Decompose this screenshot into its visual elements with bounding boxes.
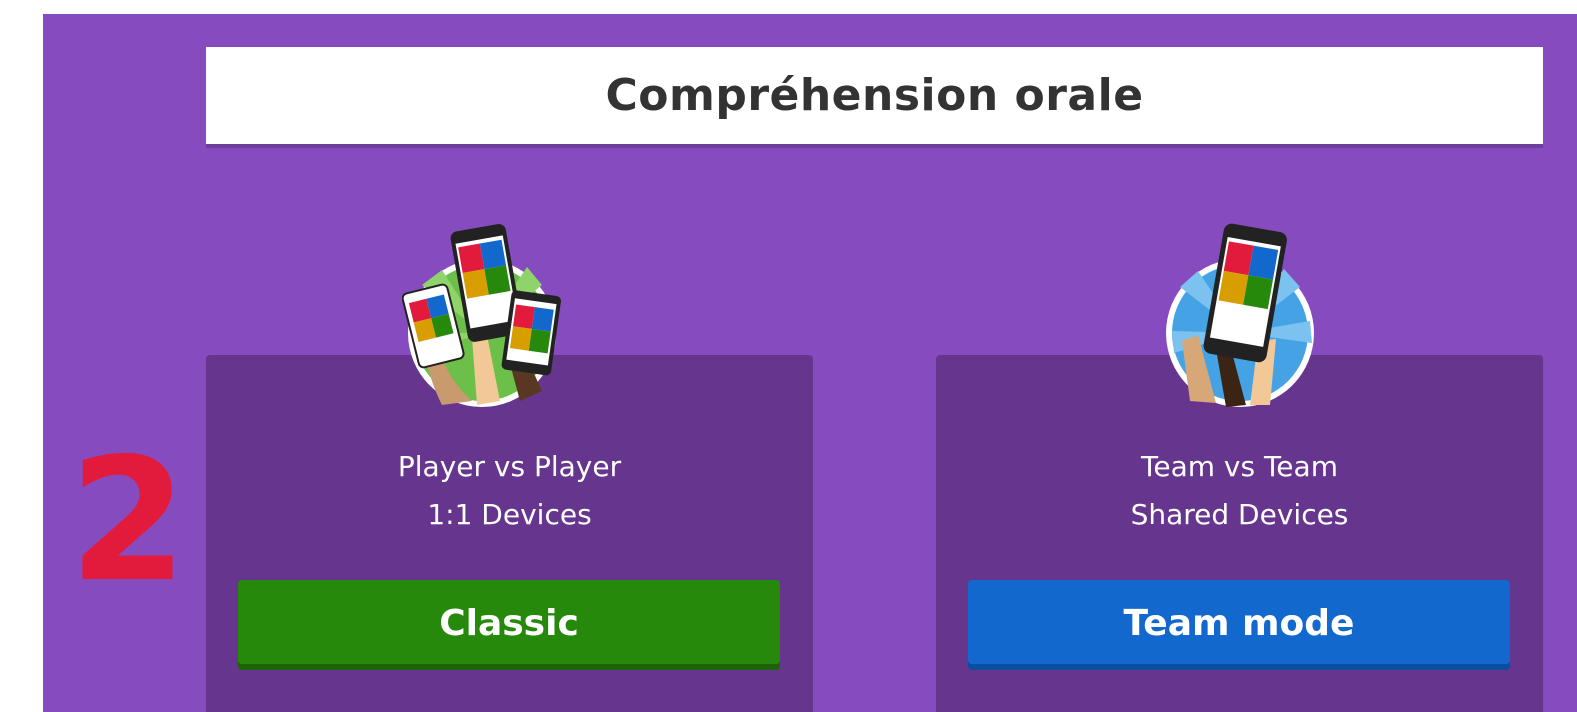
kahoot-title-bar: Compréhension orale bbox=[206, 47, 1543, 144]
classic-mode-card[interactable]: Player vs Player 1:1 Devices Classic bbox=[206, 224, 813, 712]
page-title: Compréhension orale bbox=[605, 70, 1144, 121]
team-mode-card[interactable]: Team vs Team Shared Devices Team mode bbox=[936, 223, 1543, 712]
mode-line-2: 1:1 Devices bbox=[427, 498, 592, 531]
mode-line-1: Team vs Team bbox=[1141, 450, 1338, 483]
players-with-phones-icon bbox=[402, 224, 561, 407]
mode-line-1: Player vs Player bbox=[397, 450, 622, 483]
team-mode-description: Team vs Team Shared Devices bbox=[936, 443, 1543, 539]
game-mode-panel: Compréhension orale Player vs Player 1:1… bbox=[43, 14, 1577, 712]
classic-mode-description: Player vs Player 1:1 Devices bbox=[206, 443, 813, 539]
step-number-annotation: 2 bbox=[69, 422, 188, 620]
team-shared-phone-icon bbox=[1166, 223, 1314, 407]
mode-line-2: Shared Devices bbox=[1130, 498, 1349, 531]
classic-button[interactable]: Classic bbox=[238, 580, 780, 670]
team-mode-button[interactable]: Team mode bbox=[968, 580, 1510, 670]
